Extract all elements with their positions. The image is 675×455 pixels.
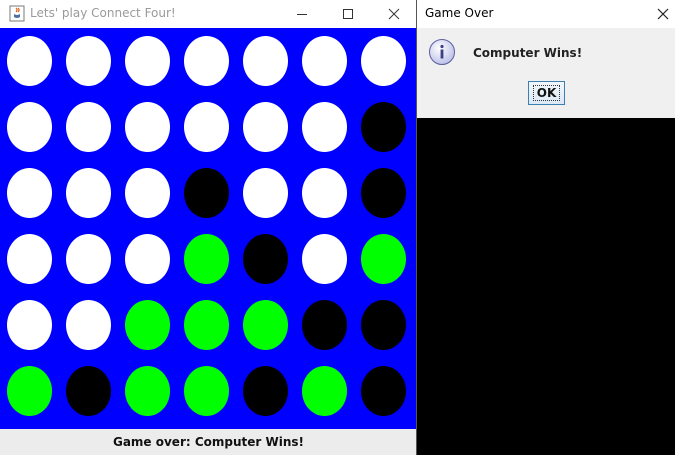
close-button[interactable]	[372, 0, 416, 28]
board-cell-empty[interactable]	[66, 234, 111, 284]
board-cell-computer[interactable]	[361, 102, 406, 152]
board-cell-player[interactable]	[361, 234, 406, 284]
game-window: Lets' play Connect Four! Game over: Comp…	[0, 0, 417, 455]
board-cell-empty[interactable]	[66, 300, 111, 350]
status-text: Game over: Computer Wins!	[112, 435, 305, 449]
board-cell-computer[interactable]	[361, 300, 406, 350]
board-cell-player[interactable]	[184, 300, 229, 350]
ok-button[interactable]: OK	[528, 81, 565, 105]
board-cell-empty[interactable]	[7, 168, 52, 218]
board-cell-computer[interactable]	[243, 234, 288, 284]
dialog-title: Game Over	[425, 6, 494, 20]
board-cell-empty[interactable]	[66, 102, 111, 152]
board-cell-player[interactable]	[243, 300, 288, 350]
board-cell-empty[interactable]	[125, 102, 170, 152]
board-cell-empty[interactable]	[125, 234, 170, 284]
board-cell-player[interactable]	[125, 300, 170, 350]
board-cell-computer[interactable]	[361, 168, 406, 218]
board-cell-empty[interactable]	[243, 102, 288, 152]
board-cell-computer[interactable]	[184, 168, 229, 218]
board-cell-player[interactable]	[125, 366, 170, 416]
board-cell-player[interactable]	[7, 366, 52, 416]
board-cell-empty[interactable]	[361, 36, 406, 86]
board-cell-empty[interactable]	[7, 300, 52, 350]
board-cell-empty[interactable]	[66, 36, 111, 86]
java-icon	[9, 5, 25, 22]
game-board[interactable]	[0, 28, 417, 429]
info-icon	[429, 39, 455, 65]
board-cell-empty[interactable]	[243, 168, 288, 218]
maximize-icon	[343, 9, 353, 19]
board-cell-player[interactable]	[184, 366, 229, 416]
board-cell-empty[interactable]	[125, 36, 170, 86]
game-over-dialog: Game Over Computer Wins! OK	[417, 0, 675, 118]
board-cell-computer[interactable]	[361, 366, 406, 416]
close-icon	[657, 8, 669, 20]
board-cell-player[interactable]	[302, 366, 347, 416]
minimize-button[interactable]	[280, 0, 324, 28]
board-cell-empty[interactable]	[302, 102, 347, 152]
dialog-close-button[interactable]	[651, 0, 675, 28]
dialog-message: Computer Wins!	[473, 46, 583, 60]
dialog-title-bar[interactable]: Game Over	[417, 0, 675, 28]
maximize-button[interactable]	[326, 0, 370, 28]
board-cell-empty[interactable]	[125, 168, 170, 218]
dialog-backdrop	[417, 118, 675, 455]
board-cell-empty[interactable]	[302, 36, 347, 86]
board-cell-empty[interactable]	[7, 234, 52, 284]
board-cell-empty[interactable]	[184, 36, 229, 86]
status-bar: Game over: Computer Wins!	[0, 429, 417, 455]
game-title-bar[interactable]: Lets' play Connect Four!	[0, 0, 417, 28]
board-cell-empty[interactable]	[302, 234, 347, 284]
board-cell-empty[interactable]	[243, 36, 288, 86]
board-cell-empty[interactable]	[184, 102, 229, 152]
game-window-title: Lets' play Connect Four!	[30, 6, 176, 20]
board-cell-computer[interactable]	[66, 366, 111, 416]
board-cell-empty[interactable]	[7, 102, 52, 152]
board-cell-computer[interactable]	[243, 366, 288, 416]
ok-button-label: OK	[532, 85, 561, 101]
close-icon	[388, 8, 400, 20]
minimize-icon	[297, 14, 307, 15]
board-cell-empty[interactable]	[302, 168, 347, 218]
board-cell-empty[interactable]	[66, 168, 111, 218]
board-cell-computer[interactable]	[302, 300, 347, 350]
board-cell-player[interactable]	[184, 234, 229, 284]
board-cell-empty[interactable]	[7, 36, 52, 86]
